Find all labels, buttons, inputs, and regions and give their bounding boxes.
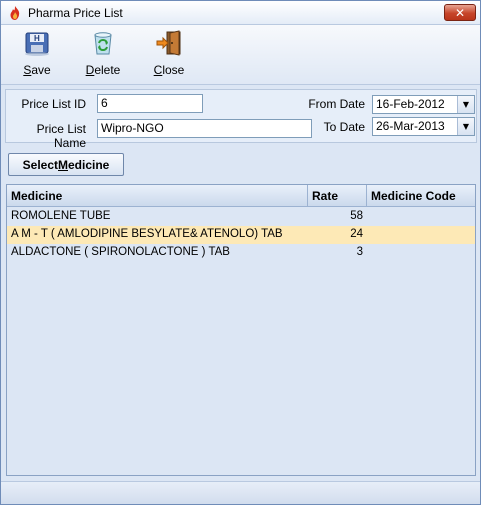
close-button[interactable]: Close — [149, 27, 189, 81]
close-label: Close — [153, 63, 185, 77]
window-title: Pharma Price List — [28, 6, 123, 20]
price-list-name-label: Price List Name — [36, 122, 86, 150]
grid-header: Medicine Rate Medicine Code — [7, 185, 475, 207]
medicine-grid[interactable]: Medicine Rate Medicine Code ROMOLENE TUB… — [6, 184, 476, 476]
floppy-disk-icon: H — [23, 27, 51, 60]
to-date-value: 26-Mar-2013 — [376, 119, 445, 133]
table-row-selected[interactable]: A M - T ( AMLODIPINE BESYLATE& ATENOLO) … — [7, 226, 475, 244]
medicine-cell: A M - T ( AMLODIPINE BESYLATE& ATENOLO) … — [11, 228, 283, 240]
chevron-down-icon[interactable]: ▼ — [457, 96, 474, 113]
save-button[interactable]: H Save — [17, 27, 57, 81]
rate-cell: 3 — [356, 246, 363, 258]
medicine-cell: ALDACTONE ( SPIRONOLACTONE ) TAB — [11, 246, 230, 258]
medicine-code-cell — [367, 226, 475, 244]
column-header-rate[interactable]: Rate — [308, 185, 367, 207]
save-label: Save — [23, 63, 51, 77]
title-bar[interactable]: Pharma Price List ✕ — [1, 1, 480, 25]
select-medicine-button[interactable]: Select Medicine — [8, 153, 124, 176]
from-date-value: 16-Feb-2012 — [376, 97, 445, 111]
window-close-button[interactable]: ✕ — [444, 4, 476, 21]
medicine-code-cell — [367, 208, 475, 226]
svg-text:H: H — [34, 34, 40, 43]
table-row[interactable]: ROMOLENE TUBE 58 — [7, 208, 475, 226]
rate-cell: 58 — [350, 210, 363, 222]
status-bar — [1, 481, 480, 504]
chevron-down-icon[interactable]: ▼ — [457, 118, 474, 135]
recycle-bin-icon — [89, 27, 117, 60]
column-header-medicine-code[interactable]: Medicine Code — [367, 185, 475, 207]
price-list-form: Price List ID 6 Price List Name Wipro-NG… — [5, 89, 477, 150]
to-date-label: To Date — [323, 120, 365, 134]
delete-label: Delete — [85, 63, 121, 77]
flame-app-icon — [7, 5, 23, 21]
from-date-label: From Date — [308, 97, 365, 111]
medicine-cell: ROMOLENE TUBE — [11, 210, 111, 222]
delete-button[interactable]: Delete — [83, 27, 123, 81]
price-list-name-field[interactable]: Wipro-NGO — [97, 119, 312, 138]
medicine-code-cell — [367, 244, 475, 262]
toolbar: H Save Delete Close — [1, 25, 480, 85]
exit-door-icon — [155, 27, 183, 60]
from-date-picker[interactable]: 16-Feb-2012 ▼ — [372, 95, 475, 114]
to-date-picker[interactable]: 26-Mar-2013 ▼ — [372, 117, 475, 136]
price-list-window: Pharma Price List ✕ H Save Delete Close … — [0, 0, 481, 505]
rate-cell: 24 — [350, 228, 363, 240]
column-header-medicine[interactable]: Medicine — [7, 185, 308, 207]
table-row[interactable]: ALDACTONE ( SPIRONOLACTONE ) TAB 3 — [7, 244, 475, 262]
price-list-id-label: Price List ID — [21, 97, 86, 111]
price-list-id-field[interactable]: 6 — [97, 94, 203, 113]
